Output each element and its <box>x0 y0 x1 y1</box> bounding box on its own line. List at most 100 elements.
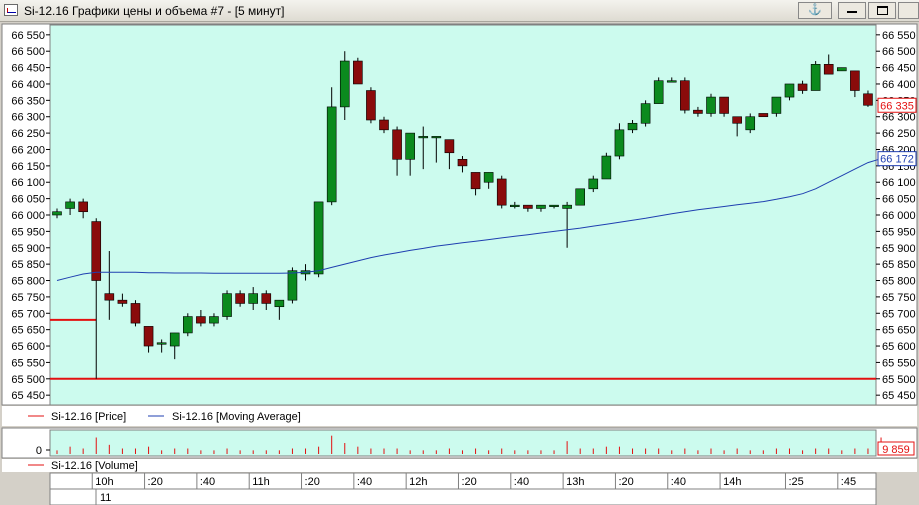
y-tick-label-right: 65 450 <box>882 390 916 402</box>
y-tick-label-left: 66 550 <box>11 30 45 42</box>
candle-body-down <box>392 129 402 160</box>
candle-body-up <box>601 155 612 180</box>
y-tick-label-left: 65 700 <box>11 308 45 320</box>
time-label: :40 <box>357 476 372 488</box>
price-plot-area[interactable] <box>49 24 877 406</box>
candle-body-down <box>143 326 154 347</box>
candle <box>496 175 507 209</box>
candle-body-up <box>575 188 586 206</box>
candle-body-down <box>104 293 115 301</box>
y-tick-label-left: 65 950 <box>11 226 45 238</box>
y-tick-label-left: 66 100 <box>11 177 45 189</box>
candle-body-down <box>680 80 690 111</box>
candle <box>183 313 193 337</box>
anchor-icon: ⚓ <box>808 4 822 16</box>
candle-body-up <box>483 172 494 183</box>
candle <box>313 201 324 278</box>
y-tick-label-right: 66 450 <box>882 63 916 75</box>
candle-body-up <box>509 204 520 207</box>
price-tag: 66 335 <box>877 97 917 113</box>
minimize-button[interactable] <box>838 2 866 19</box>
minimize-icon <box>847 8 857 13</box>
candle-body-down <box>823 64 834 75</box>
y-tick-label-left: 65 800 <box>11 276 45 288</box>
candle <box>758 113 769 118</box>
y-tick-label-right: 65 700 <box>882 308 916 320</box>
time-label: 10h <box>95 476 113 488</box>
chart-window-icon <box>4 4 18 16</box>
candle-body-down <box>732 116 742 124</box>
y-tick-label-right: 65 900 <box>882 243 916 255</box>
candle-body-down <box>470 172 481 190</box>
candle-body-up <box>810 64 821 91</box>
candle-body-up <box>653 80 664 104</box>
date-label: 11 <box>100 492 111 504</box>
candle-body-up <box>313 201 324 275</box>
y-tick-label-right: 66 500 <box>882 46 916 58</box>
volume-plot-area[interactable] <box>49 429 877 457</box>
candle-body-up <box>536 204 546 209</box>
candle-body-up <box>65 201 75 209</box>
candle-body-up <box>745 116 756 131</box>
y-tick-label-left: 66 500 <box>11 46 45 58</box>
y-tick-label-right: 65 750 <box>882 292 916 304</box>
y-tick-label-right: 66 050 <box>882 194 916 206</box>
y-tick-label-right: 65 500 <box>882 374 916 386</box>
y-tick-label-right: 65 600 <box>882 341 916 353</box>
y-tick-label-left: 66 050 <box>11 194 45 206</box>
maximize-button[interactable] <box>868 2 896 19</box>
candle <box>222 290 232 320</box>
title-bar: Si-12.16 Графики цены и объема #7 - [5 м… <box>0 0 919 22</box>
volume-legend-bar <box>2 459 917 472</box>
candle-body-up <box>156 342 167 345</box>
close-button[interactable] <box>898 2 919 19</box>
y-tick-label-left: 66 350 <box>11 95 45 107</box>
anchor-button[interactable]: ⚓ <box>798 2 832 19</box>
candle-body-down <box>797 83 808 91</box>
candle-body-up <box>418 136 429 139</box>
candle <box>653 77 664 104</box>
candle-body-up <box>588 178 599 190</box>
candle-body-down <box>91 221 102 281</box>
ma-legend-label: Si-12.16 [Moving Average] <box>172 411 301 423</box>
candle-body-up <box>405 132 415 160</box>
y-tick-label-left: 66 200 <box>11 144 45 156</box>
time-label: :25 <box>788 476 803 488</box>
y-tick-label-right: 65 950 <box>882 226 916 238</box>
time-label: 13h <box>566 476 584 488</box>
y-tick-label-right: 66 400 <box>882 79 916 91</box>
candle-body-up <box>666 80 677 83</box>
candle-body-up <box>431 136 442 139</box>
candle-body-up <box>209 316 219 324</box>
window-title: Si-12.16 Графики цены и объема #7 - [5 м… <box>24 4 285 18</box>
time-label: :40 <box>671 476 686 488</box>
candle <box>810 61 821 91</box>
candle-body-up <box>52 211 62 216</box>
candle-body-down <box>523 204 533 209</box>
y-tick-label-left: 65 450 <box>11 390 45 402</box>
candle-body-up <box>836 67 847 72</box>
candle-body-down <box>196 316 206 324</box>
y-tick-label-left: 65 900 <box>11 243 45 255</box>
candle-body-down <box>496 178 507 206</box>
candle-body-up <box>222 293 232 317</box>
candle <box>601 152 612 180</box>
y-tick-label-left: 65 600 <box>11 341 45 353</box>
candle-body-down <box>353 60 363 85</box>
candle <box>680 77 690 114</box>
candle <box>836 67 847 72</box>
candle <box>575 188 586 206</box>
candle-body-down <box>235 293 245 304</box>
price-tag: 66 172 <box>877 151 917 167</box>
volume-legend-label: Si-12.16 [Volume] <box>51 460 138 472</box>
y-tick-label-right: 66 250 <box>882 128 916 140</box>
y-tick-label-left: 66 150 <box>11 161 45 173</box>
y-tick-label-right: 65 550 <box>882 357 916 369</box>
y-axis-left: 66 550 66 500 66 450 66 400 66 350 66 300 66 2… <box>11 30 50 402</box>
candle-body-up <box>627 122 638 131</box>
candle-body-down <box>719 96 729 114</box>
y-tick-label-right: 66 550 <box>882 30 916 42</box>
time-label: :20 <box>461 476 476 488</box>
y-tick-label-left: 66 250 <box>11 128 45 140</box>
candle <box>130 300 141 327</box>
